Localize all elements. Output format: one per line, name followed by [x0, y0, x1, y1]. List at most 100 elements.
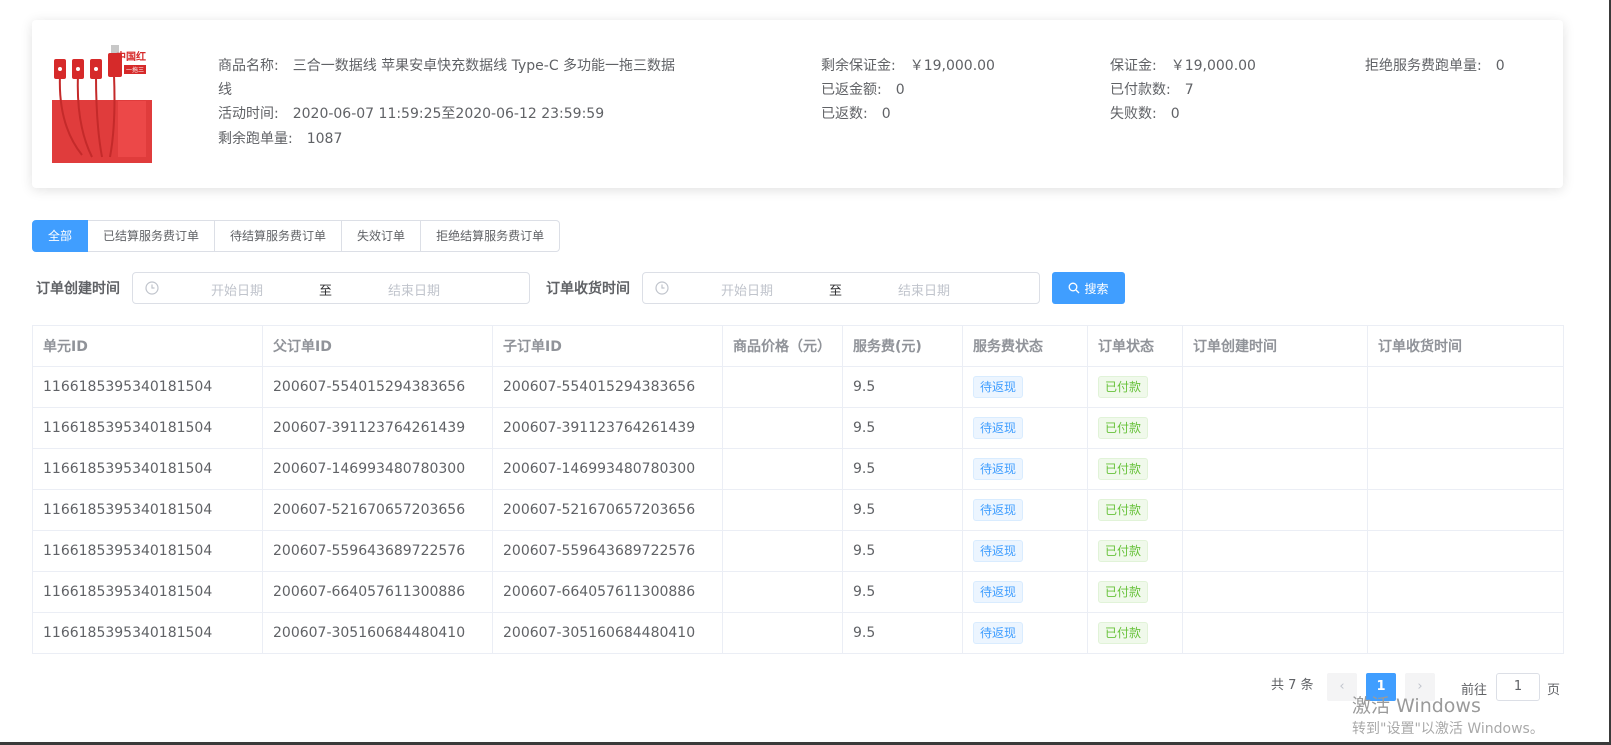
received-end-date[interactable]: 结束日期: [898, 280, 950, 299]
fee-status-tag: 待返现: [973, 376, 1024, 398]
cell-unit-id: 1166185395340181504: [32, 530, 263, 572]
col-created-time: 订单创建时间: [1182, 325, 1368, 367]
col-child-order-id: 子订单ID: [492, 325, 723, 367]
order-status-tag: 已付款: [1098, 417, 1149, 439]
tab-invalid-orders[interactable]: 失效订单: [342, 220, 422, 252]
fee-status-tag: 待返现: [973, 499, 1024, 521]
cell-created-time: [1182, 407, 1368, 449]
cell-fee: 9.5: [842, 571, 963, 613]
created-date-range[interactable]: 开始日期 至 结束日期: [132, 272, 530, 304]
thumb-sub-text: 一拖三: [124, 65, 147, 74]
order-status-tag: 已付款: [1098, 376, 1149, 398]
cell-received-time: [1367, 530, 1564, 572]
stat-returned-amount: 已返金额: 0: [821, 80, 905, 100]
cell-price: [722, 571, 843, 613]
windows-activation-hint: 转到"设置"以激活 Windows。: [1352, 721, 1544, 737]
page-suffix: 页: [1547, 683, 1561, 698]
fee-status-tag: 待返现: [973, 622, 1024, 644]
cell-fee: 9.5: [842, 448, 963, 490]
cell-fee: 9.5: [842, 489, 963, 531]
search-icon: [1069, 282, 1080, 294]
col-fee: 服务费(元): [842, 325, 963, 367]
created-start-date[interactable]: 开始日期: [211, 280, 263, 299]
table-row: 1166185395340181504 200607-55401529438365…: [32, 366, 1564, 408]
cell-received-time: [1367, 366, 1564, 408]
activity-time-label: 活动时间:: [218, 106, 279, 122]
cell-price: [722, 448, 843, 490]
stat-value: ￥19,000.00: [1170, 58, 1256, 74]
order-status-tag: 已付款: [1098, 458, 1149, 480]
cell-created-time: [1182, 530, 1368, 572]
cell-fee-status: 待返现: [962, 407, 1088, 449]
product-name-value: 三合一数据线 苹果安卓快充数据线 Type-C 多功能一拖三数据: [292, 58, 676, 74]
stat-label: 已付款数:: [1110, 82, 1171, 98]
cell-unit-id: 1166185395340181504: [32, 489, 263, 531]
cell-fee-status: 待返现: [962, 571, 1088, 613]
col-unit-id: 单元ID: [32, 325, 263, 367]
cell-price: [722, 407, 843, 449]
cell-child-order-id: 200607-554015294383656: [492, 366, 723, 408]
cell-order-status: 已付款: [1087, 530, 1183, 572]
created-end-date[interactable]: 结束日期: [388, 280, 440, 299]
fee-status-tag: 待返现: [973, 540, 1024, 562]
cell-unit-id: 1166185395340181504: [32, 571, 263, 613]
remaining-orders-label: 剩余跑单量:: [218, 131, 293, 147]
col-fee-status: 服务费状态: [962, 325, 1088, 367]
stat-label: 已返数:: [821, 106, 868, 122]
activity-time-row: 活动时间: 2020-06-07 11:59:25至2020-06-12 23:5…: [218, 104, 604, 124]
cell-child-order-id: 200607-305160684480410: [492, 612, 723, 654]
cell-fee-status: 待返现: [962, 448, 1088, 490]
table-row: 1166185395340181504 200607-55964368972257…: [32, 530, 1564, 572]
order-status-tag: 已付款: [1098, 622, 1149, 644]
stat-value: 0: [1495, 58, 1505, 74]
range-separator: 至: [319, 284, 333, 299]
goto-page-input[interactable]: 1: [1496, 673, 1540, 701]
cell-created-time: [1182, 366, 1368, 408]
cell-price: [722, 489, 843, 531]
stat-paid-count: 已付款数: 7: [1110, 80, 1194, 100]
stat-label: 剩余保证金:: [821, 58, 896, 74]
cell-order-status: 已付款: [1087, 366, 1183, 408]
received-start-date[interactable]: 开始日期: [721, 280, 773, 299]
fee-status-tag: 待返现: [973, 581, 1024, 603]
stat-rejected-fee-orders: 拒绝服务费跑单量: 0: [1365, 56, 1505, 76]
cell-created-time: [1182, 489, 1368, 531]
order-status-tag: 已付款: [1098, 499, 1149, 521]
cell-parent-order-id: 200607-305160684480410: [262, 612, 493, 654]
order-tabs: 全部 已结算服务费订单 待结算服务费订单 失效订单 拒绝结算服务费订单: [32, 220, 561, 252]
order-status-tag: 已付款: [1098, 581, 1149, 603]
cell-fee-status: 待返现: [962, 530, 1088, 572]
tab-rejected-fee-orders[interactable]: 拒绝结算服务费订单: [421, 220, 561, 252]
cell-fee-status: 待返现: [962, 366, 1088, 408]
tab-settled-fee-orders[interactable]: 已结算服务费订单: [88, 220, 216, 252]
cell-order-status: 已付款: [1087, 489, 1183, 531]
product-thumbnail: 中国红 一拖三: [52, 45, 156, 163]
col-parent-order-id: 父订单ID: [262, 325, 493, 367]
cell-received-time: [1367, 407, 1564, 449]
cell-fee-status: 待返现: [962, 612, 1088, 654]
stat-label: 保证金:: [1110, 58, 1157, 74]
search-button[interactable]: 搜索: [1052, 272, 1125, 304]
cell-received-time: [1367, 489, 1564, 531]
cell-unit-id: 1166185395340181504: [32, 407, 263, 449]
received-time-label: 订单收货时间: [546, 281, 630, 297]
range-separator: 至: [829, 284, 843, 299]
table-row: 1166185395340181504 200607-30516068448041…: [32, 612, 1564, 654]
table-row: 1166185395340181504 200607-52167065720365…: [32, 489, 1564, 531]
cell-created-time: [1182, 571, 1368, 613]
stat-label: 失败数:: [1110, 106, 1157, 122]
cell-price: [722, 366, 843, 408]
cell-created-time: [1182, 612, 1368, 654]
clock-icon: [655, 281, 669, 295]
cell-parent-order-id: 200607-664057611300886: [262, 571, 493, 613]
tab-all[interactable]: 全部: [32, 220, 89, 252]
received-date-range[interactable]: 开始日期 至 结束日期: [642, 272, 1040, 304]
stat-failed-count: 失败数: 0: [1110, 104, 1180, 124]
tab-pending-fee-orders[interactable]: 待结算服务费订单: [215, 220, 343, 252]
product-name-label: 商品名称:: [218, 58, 279, 74]
stat-label: 拒绝服务费跑单量:: [1365, 58, 1482, 74]
col-order-status: 订单状态: [1087, 325, 1183, 367]
windows-activation-title: 激活 Windows: [1352, 695, 1481, 717]
cell-child-order-id: 200607-664057611300886: [492, 571, 723, 613]
cell-fee: 9.5: [842, 366, 963, 408]
